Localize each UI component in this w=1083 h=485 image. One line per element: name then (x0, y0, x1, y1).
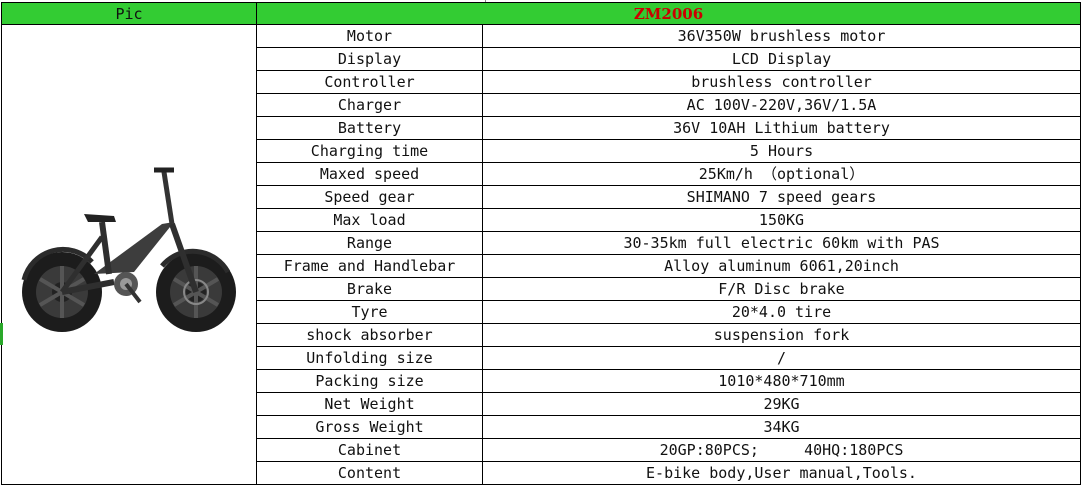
spec-value-cell[interactable]: / (482, 346, 1081, 370)
spec-value-cell[interactable]: suspension fork (482, 323, 1081, 347)
spec-value-cell[interactable]: 150KG (482, 208, 1081, 232)
spec-value-cell[interactable]: E-bike body,User manual,Tools. (482, 461, 1081, 485)
spec-label-cell[interactable]: Frame and Handlebar (256, 254, 483, 278)
spec-label-cell[interactable]: Cabinet (256, 438, 483, 462)
spec-label-cell[interactable]: Charging time (256, 139, 483, 163)
header-row: Pic ZM2006 (1, 2, 1081, 25)
spec-table: Pic ZM2006 Motor 36V350W brushless motor D… (1, 2, 1081, 485)
spec-label-cell[interactable]: Display (256, 47, 483, 71)
spec-value-cell[interactable]: SHIMANO 7 speed gears (482, 185, 1081, 209)
spec-row: Motor 36V350W brushless motor (1, 24, 1081, 485)
spec-label-cell[interactable]: Net Weight (256, 392, 483, 416)
spec-label-cell[interactable]: Speed gear (256, 185, 483, 209)
spec-value-cell[interactable]: 29KG (482, 392, 1081, 416)
model-header-cell[interactable]: ZM2006 (256, 2, 1081, 25)
spec-value-cell[interactable]: 20*4.0 tire (482, 300, 1081, 324)
spec-label-cell[interactable]: Maxed speed (256, 162, 483, 186)
spec-value-cell[interactable]: 36V 10AH Lithium battery (482, 116, 1081, 140)
spec-value-cell[interactable]: 20GP:80PCS; 40HQ:180PCS (482, 438, 1081, 462)
spec-label-cell[interactable]: Controller (256, 70, 483, 94)
spec-value-cell[interactable]: 5 Hours (482, 139, 1081, 163)
spec-label-cell[interactable]: Motor (256, 24, 483, 48)
spec-label-cell[interactable]: Packing size (256, 369, 483, 393)
spec-label-cell[interactable]: Range (256, 231, 483, 255)
row-indicator-tab (0, 323, 3, 345)
spec-value-cell[interactable]: 36V350W brushless motor (482, 24, 1081, 48)
spec-value-cell[interactable]: 34KG (482, 415, 1081, 439)
spec-label-cell[interactable]: Battery (256, 116, 483, 140)
ebike-photo (21, 167, 236, 332)
picture-cell[interactable] (1, 24, 257, 485)
spec-label-cell[interactable]: Unfolding size (256, 346, 483, 370)
spec-value-cell[interactable]: 1010*480*710mm (482, 369, 1081, 393)
spec-label-cell[interactable]: Charger (256, 93, 483, 117)
spec-sheet: Pic ZM2006 Motor 36V350W brushless motor D… (0, 0, 1083, 485)
spec-label-cell[interactable]: Max load (256, 208, 483, 232)
spec-value-cell[interactable]: 30-35km full electric 60km with PAS (482, 231, 1081, 255)
spec-label-cell[interactable]: Content (256, 461, 483, 485)
spec-label-cell[interactable]: Gross Weight (256, 415, 483, 439)
spec-value-cell[interactable]: brushless controller (482, 70, 1081, 94)
spec-value-cell[interactable]: AC 100V-220V,36V/1.5A (482, 93, 1081, 117)
pic-header-cell[interactable]: Pic (1, 2, 257, 25)
spec-label-cell[interactable]: Tyre (256, 300, 483, 324)
spec-value-cell[interactable]: LCD Display (482, 47, 1081, 71)
spec-label-cell[interactable]: shock absorber (256, 323, 483, 347)
spec-value-cell[interactable]: 25Km/h （optional） (482, 162, 1081, 186)
spec-label-cell[interactable]: Brake (256, 277, 483, 301)
spec-value-cell[interactable]: F/R Disc brake (482, 277, 1081, 301)
spec-value-cell[interactable]: Alloy aluminum 6061,20inch (482, 254, 1081, 278)
